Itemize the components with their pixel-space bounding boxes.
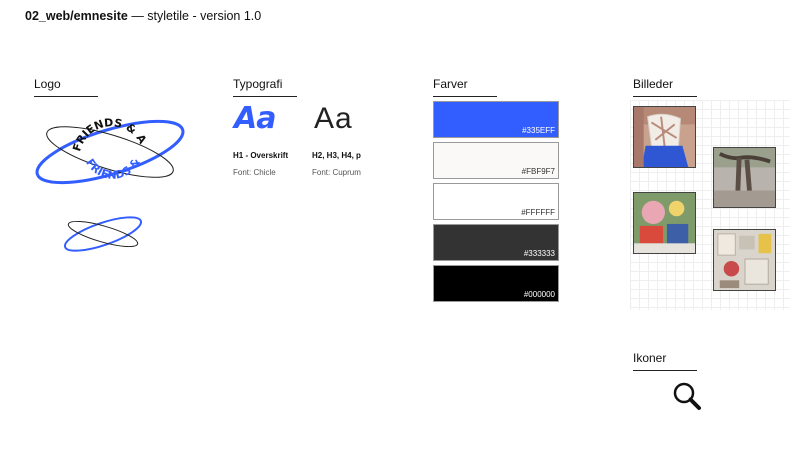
color-hex-label: #335EFF <box>522 126 555 135</box>
color-swatch-darkgray: #333333 <box>433 224 559 261</box>
typography-font-h1: Font: Chicle <box>233 168 276 177</box>
section-title-icons: Ikoner <box>633 351 667 365</box>
typography-usage-body: H2, H3, H4, p <box>312 151 361 160</box>
typography-usage-h1: H1 - Overskrift <box>233 151 289 160</box>
divider <box>433 96 497 97</box>
section-title-typography: Typografi <box>233 77 283 91</box>
section-title-images: Billeder <box>633 77 674 91</box>
typography-sample-h1: Aa <box>234 101 276 136</box>
typography-font-body: Font: Cuprum <box>312 168 361 177</box>
project-path: 02_web/emnesite <box>25 9 128 23</box>
page-header: 02_web/emnesite — styletile - version 1.… <box>25 9 261 23</box>
photo-collage <box>633 192 696 254</box>
logo-mark <box>60 211 146 257</box>
photo-tree <box>713 147 776 208</box>
color-hex-label: #FFFFFF <box>521 208 555 217</box>
search-icon <box>672 381 702 411</box>
color-swatch-offwhite: #FBF9F7 <box>433 142 559 179</box>
logo-large: FRIENDS & ART FRIENDS & ART <box>30 94 186 200</box>
color-hex-label: #000000 <box>523 290 555 299</box>
section-title-logo: Logo <box>34 77 61 91</box>
color-hex-label: #333333 <box>523 249 555 258</box>
divider <box>633 96 697 97</box>
logo-text-bottom: FRIENDS & ART <box>34 104 144 182</box>
page-subtitle: — styletile - version 1.0 <box>127 9 262 23</box>
section-title-colors: Farver <box>433 77 468 91</box>
photo-clothing <box>633 106 696 168</box>
divider <box>34 96 98 97</box>
color-hex-label: #FBF9F7 <box>521 167 555 176</box>
divider <box>633 370 697 371</box>
color-swatch-black: #000000 <box>433 265 559 302</box>
color-swatch-blue: #335EFF <box>433 101 559 138</box>
photo-art-wall <box>713 229 776 291</box>
color-swatch-white: #FFFFFF <box>433 183 559 220</box>
divider <box>233 96 297 97</box>
typography-sample-body: Aa <box>314 102 353 135</box>
